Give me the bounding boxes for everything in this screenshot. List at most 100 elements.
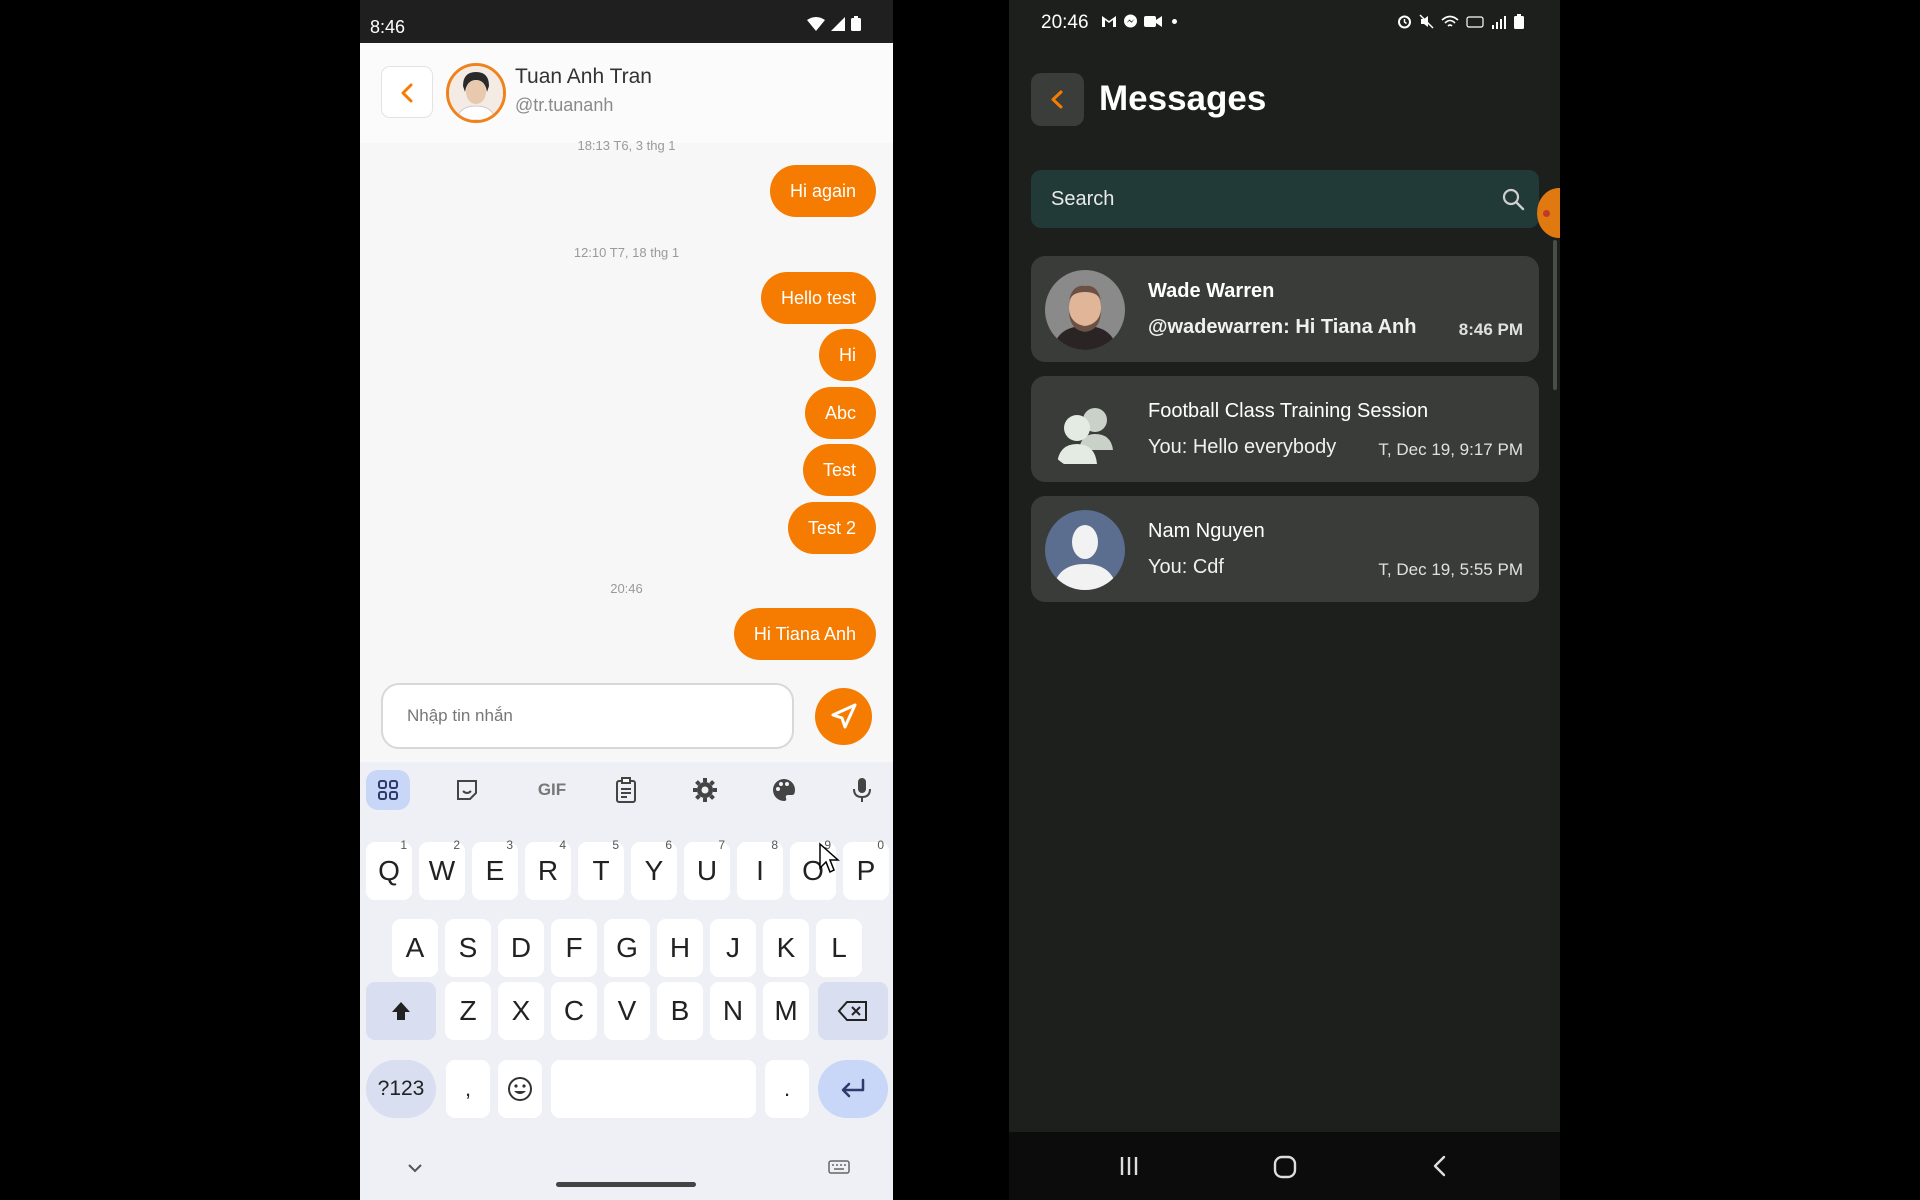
key-c[interactable]: C bbox=[551, 982, 597, 1040]
avatar bbox=[1045, 270, 1125, 350]
more-notifications-icon bbox=[1172, 19, 1177, 24]
chat-screen: 8:46 Tuan Anh Tran @tr.tuananh 18:13 T6,… bbox=[360, 0, 893, 1200]
key-l[interactable]: L bbox=[816, 919, 862, 977]
key-number-hint: 8 bbox=[771, 838, 778, 852]
system-icons bbox=[1397, 14, 1524, 29]
key-t[interactable]: T5 bbox=[578, 838, 624, 900]
mouse-cursor-icon bbox=[819, 842, 840, 874]
keyboard-hide-chevron-icon[interactable] bbox=[406, 1162, 424, 1174]
keyboard-switch-icon[interactable] bbox=[828, 1160, 850, 1174]
enter-key[interactable] bbox=[818, 1060, 888, 1118]
battery-icon bbox=[851, 16, 861, 31]
conversation-time: T, Dec 19, 9:17 PM bbox=[1378, 440, 1523, 459]
floating-action-button[interactable] bbox=[1537, 188, 1560, 238]
message-input[interactable]: Nhập tin nhắn bbox=[381, 683, 794, 749]
messenger-icon bbox=[1124, 14, 1137, 28]
send-button[interactable] bbox=[815, 688, 872, 745]
comma-key[interactable]: , bbox=[446, 1060, 490, 1118]
key-w[interactable]: W2 bbox=[419, 838, 465, 900]
palette-icon[interactable] bbox=[763, 772, 805, 808]
home-icon[interactable] bbox=[1272, 1154, 1298, 1180]
period-key[interactable]: . bbox=[765, 1060, 809, 1118]
key-a[interactable]: A bbox=[392, 919, 438, 977]
message-bubble[interactable]: Hi again bbox=[769, 165, 876, 217]
back-nav-icon[interactable] bbox=[1428, 1154, 1452, 1178]
navigation-bar bbox=[1009, 1132, 1560, 1200]
signal-icon bbox=[831, 17, 845, 31]
key-d[interactable]: D bbox=[498, 919, 544, 977]
space-key[interactable] bbox=[551, 1060, 756, 1118]
key-n[interactable]: N bbox=[710, 982, 756, 1040]
clipboard-icon[interactable] bbox=[605, 772, 647, 808]
message-bubble[interactable]: Hi bbox=[819, 329, 876, 381]
key-m[interactable]: M bbox=[763, 982, 809, 1040]
message-bubble[interactable]: Hello test bbox=[760, 272, 876, 324]
conversation-preview: You: Hello everybody bbox=[1148, 436, 1337, 458]
gif-button[interactable]: GIF bbox=[524, 772, 580, 808]
send-icon bbox=[831, 703, 857, 729]
conversation-preview: You: Cdf bbox=[1148, 556, 1224, 578]
contact-avatar[interactable] bbox=[446, 63, 506, 123]
settings-icon[interactable] bbox=[684, 772, 726, 808]
key-r[interactable]: R4 bbox=[525, 838, 571, 900]
apps-icon[interactable] bbox=[366, 770, 410, 810]
notification-icons bbox=[1101, 14, 1177, 29]
conversation-item[interactable]: Wade Warren @wadewarren: Hi Tiana Anh 8:… bbox=[1031, 256, 1539, 362]
key-q[interactable]: Q1 bbox=[366, 838, 412, 900]
backspace-icon bbox=[837, 1001, 867, 1021]
key-i[interactable]: I8 bbox=[737, 838, 783, 900]
key-u[interactable]: U7 bbox=[684, 838, 730, 900]
key-number-hint: 4 bbox=[559, 838, 566, 852]
search-input[interactable]: Search bbox=[1031, 170, 1539, 228]
key-s[interactable]: S bbox=[445, 919, 491, 977]
conversation-item[interactable]: Football Class Training Session You: Hel… bbox=[1031, 376, 1539, 482]
key-v[interactable]: V bbox=[604, 982, 650, 1040]
message-bubble[interactable]: Abc bbox=[804, 387, 876, 439]
symbols-key[interactable]: ?123 bbox=[366, 1060, 436, 1118]
recent-apps-icon[interactable] bbox=[1117, 1154, 1141, 1178]
search-icon[interactable] bbox=[1501, 187, 1525, 211]
backspace-key[interactable] bbox=[818, 982, 888, 1040]
message-bubble[interactable]: Test bbox=[802, 444, 876, 496]
message-timestamp: 20:46 bbox=[610, 581, 643, 596]
emoji-key[interactable] bbox=[498, 1060, 542, 1118]
key-label: U bbox=[696, 855, 718, 886]
avatar bbox=[1045, 510, 1125, 590]
key-j[interactable]: J bbox=[710, 919, 756, 977]
key-k[interactable]: K bbox=[763, 919, 809, 977]
key-label: I bbox=[756, 855, 764, 886]
scrollbar[interactable] bbox=[1553, 240, 1557, 390]
back-button[interactable] bbox=[381, 66, 433, 118]
conversation-name: Nam Nguyen bbox=[1148, 520, 1265, 542]
key-g[interactable]: G bbox=[604, 919, 650, 977]
status-bar: 20:46 bbox=[1009, 0, 1560, 45]
key-y[interactable]: Y6 bbox=[631, 838, 677, 900]
key-f[interactable]: F bbox=[551, 919, 597, 977]
key-z[interactable]: Z bbox=[445, 982, 491, 1040]
conversation-time: T, Dec 19, 5:55 PM bbox=[1378, 560, 1523, 579]
key-number-hint: 6 bbox=[665, 838, 672, 852]
message-bubble[interactable]: Hi Tiana Anh bbox=[733, 608, 876, 660]
shift-key[interactable] bbox=[366, 982, 436, 1040]
contact-name: Tuan Anh Tran bbox=[515, 65, 652, 88]
key-number-hint: 0 bbox=[877, 838, 884, 852]
gmail-icon bbox=[1102, 16, 1116, 27]
back-button[interactable] bbox=[1031, 73, 1084, 126]
key-label: E bbox=[485, 855, 505, 886]
conversation-item[interactable]: Nam Nguyen You: Cdf T, Dec 19, 5:55 PM bbox=[1031, 496, 1539, 602]
key-p[interactable]: P0 bbox=[843, 838, 889, 900]
message-timestamp: 12:10 T7, 18 thg 1 bbox=[573, 245, 680, 260]
key-b[interactable]: B bbox=[657, 982, 703, 1040]
key-h[interactable]: H bbox=[657, 919, 703, 977]
sticker-icon[interactable] bbox=[446, 772, 488, 808]
mute-icon bbox=[1419, 14, 1434, 29]
conversation-name: Wade Warren bbox=[1148, 280, 1275, 302]
mic-icon[interactable] bbox=[841, 772, 883, 808]
status-icons bbox=[807, 16, 861, 31]
key-e[interactable]: E3 bbox=[472, 838, 518, 900]
key-x[interactable]: X bbox=[498, 982, 544, 1040]
contact-handle: @tr.tuananh bbox=[515, 95, 614, 115]
wifi-icon bbox=[807, 17, 825, 31]
key-number-hint: 1 bbox=[400, 838, 407, 852]
message-bubble[interactable]: Test 2 bbox=[787, 502, 876, 554]
